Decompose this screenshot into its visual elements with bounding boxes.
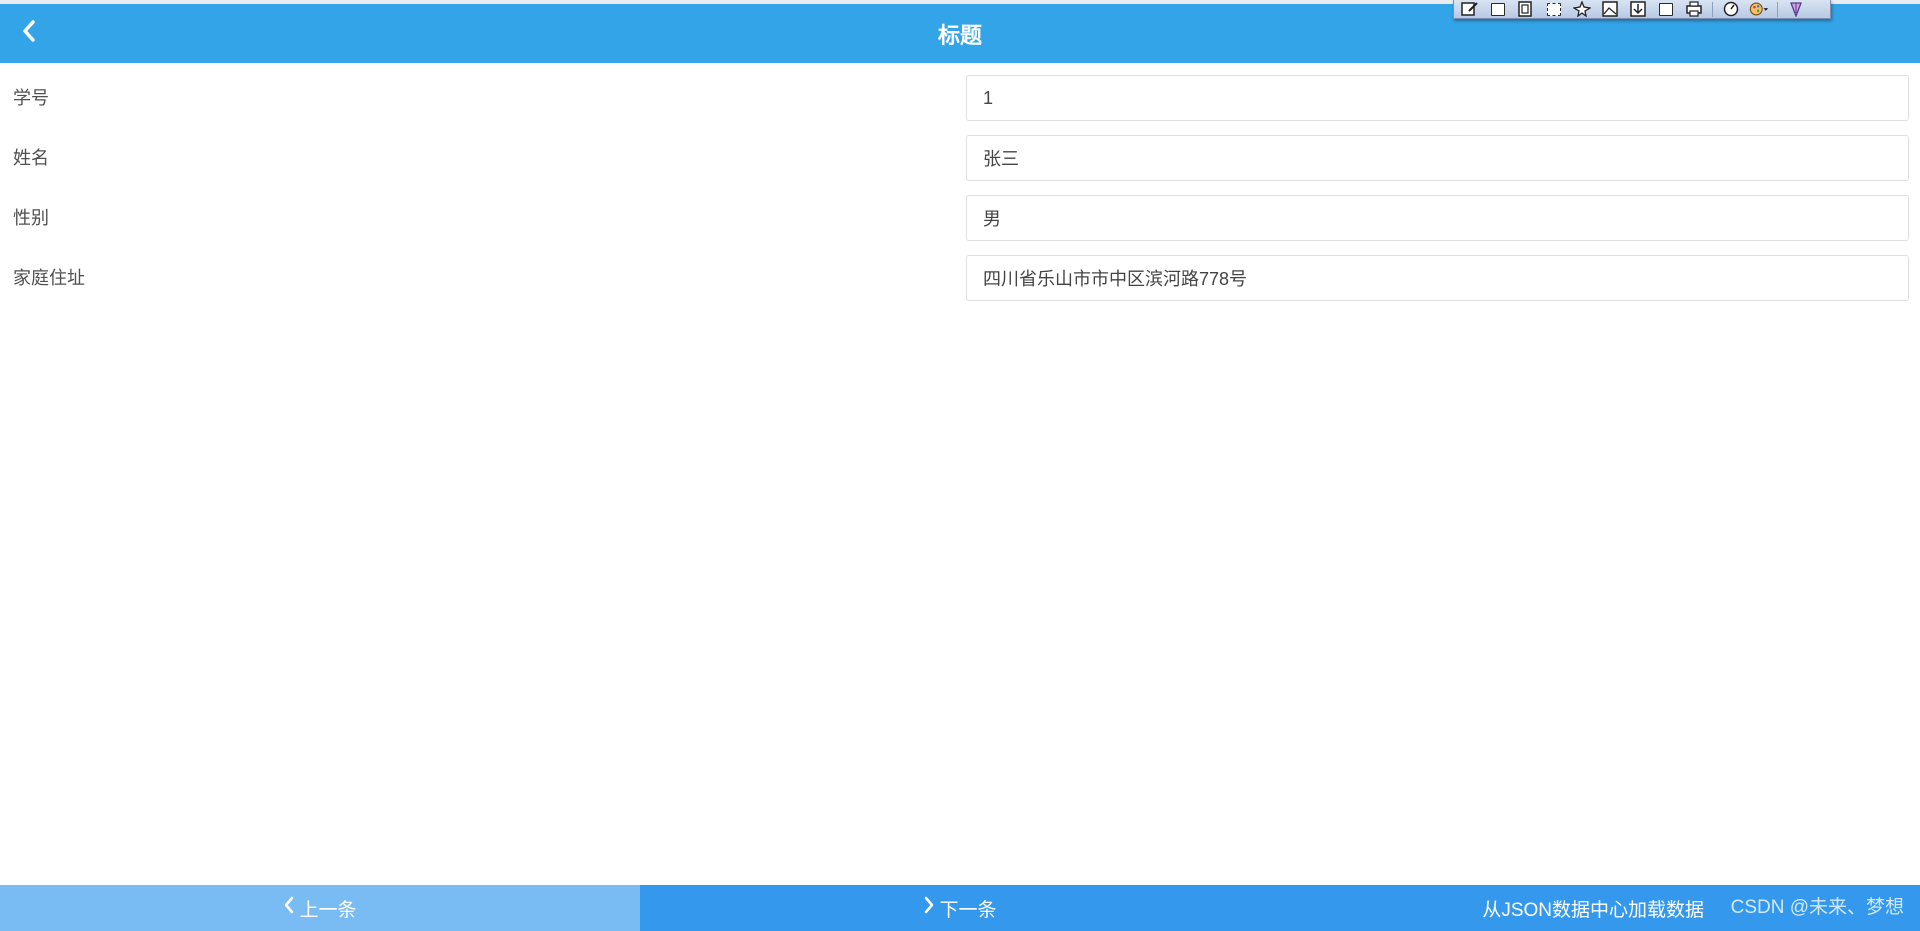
chevron-left-icon: [283, 896, 295, 920]
image-icon[interactable]: [1600, 1, 1620, 17]
previous-record-label: 上一条: [299, 899, 357, 921]
back-button[interactable]: [14, 18, 44, 48]
chevron-left-icon: [21, 19, 37, 48]
copy-icon[interactable]: [1516, 1, 1536, 17]
print-icon[interactable]: [1684, 1, 1704, 17]
student-id-field[interactable]: 1: [966, 75, 1909, 121]
edit-icon[interactable]: [1460, 1, 1480, 17]
form-row-student-id: 学号 1: [0, 75, 1920, 121]
address-value: 四川省乐山市市中区滨河路778号: [983, 269, 1248, 289]
pen-icon[interactable]: [1786, 1, 1806, 17]
page-icon[interactable]: [1544, 1, 1564, 17]
next-record-button[interactable]: 下一条: [640, 885, 1280, 931]
next-record-label: 下一条: [939, 899, 997, 921]
student-id-value: 1: [983, 87, 994, 108]
address-label: 家庭住址: [13, 268, 85, 288]
gender-label: 性别: [13, 208, 49, 228]
toolbar-divider: [1712, 1, 1713, 17]
form-row-name: 姓名 张三: [0, 135, 1920, 181]
timer-icon[interactable]: [1721, 1, 1741, 17]
load-json-data-label: 从JSON数据中心加载数据: [1482, 899, 1704, 921]
previous-record-button[interactable]: 上一条: [0, 885, 640, 931]
chevron-right-icon: [923, 896, 935, 920]
page-icon[interactable]: [1656, 1, 1676, 17]
page-icon[interactable]: [1488, 1, 1508, 17]
import-icon[interactable]: [1628, 1, 1648, 17]
name-field[interactable]: 张三: [966, 135, 1909, 181]
floating-toolbar: [1453, 0, 1831, 19]
form-row-gender: 性别 男: [0, 195, 1920, 241]
name-value: 张三: [983, 149, 1019, 169]
address-field[interactable]: 四川省乐山市市中区滨河路778号: [966, 255, 1909, 301]
gender-value: 男: [983, 209, 1001, 229]
student-id-label: 学号: [13, 88, 49, 108]
toolbar-divider: [1777, 1, 1778, 17]
pin-icon[interactable]: [1572, 1, 1592, 17]
gender-field[interactable]: 男: [966, 195, 1909, 241]
form-row-address: 家庭住址 四川省乐山市市中区滨河路778号: [0, 255, 1920, 301]
footer-bar: 上一条 下一条 从JSON数据中心加载数据 CSDN @未来、梦想: [0, 885, 1920, 931]
load-json-data-button[interactable]: 从JSON数据中心加载数据: [1280, 885, 1920, 931]
palette-icon[interactable]: [1749, 1, 1769, 17]
name-label: 姓名: [13, 148, 49, 168]
